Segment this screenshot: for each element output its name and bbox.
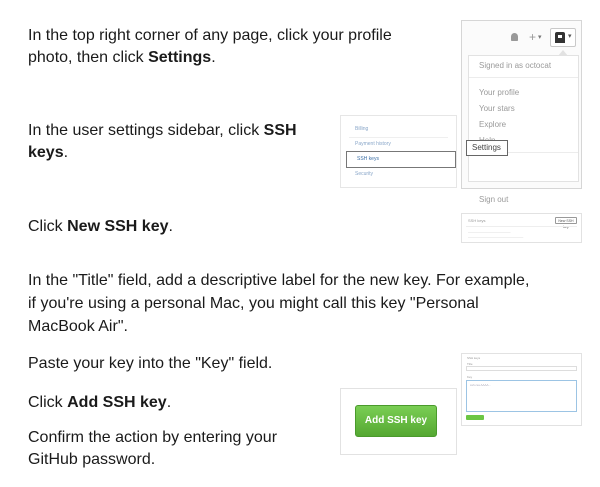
step-1-line-2: photo, then click	[28, 49, 149, 66]
step-3: Click New SSH key.	[28, 216, 173, 238]
step-2-bold-1: SSH	[263, 122, 297, 139]
step-2-bold-2: keys	[28, 144, 64, 161]
step-4-line-2: if you're using a personal Mac, you migh…	[28, 295, 479, 312]
sidebar-item-payment-history[interactable]: Payment history	[355, 141, 391, 148]
step-6-text: Click	[28, 394, 68, 411]
step-3-text: Click	[28, 218, 68, 235]
signed-in-label: Signed in as octocat	[479, 61, 552, 70]
divider	[349, 137, 448, 138]
sidebar-item-security[interactable]: Security	[355, 171, 373, 178]
new-ssh-key-button[interactable]: New SSH key	[555, 217, 577, 229]
menu-item-sign-out[interactable]: Sign out	[479, 195, 508, 205]
step-6-bold: Add SSH key	[67, 394, 167, 411]
avatar-button[interactable]: ▾	[550, 28, 576, 47]
new-ssh-key-screenshot: SSH keys New SSH key ───────────────────…	[461, 213, 582, 243]
step-4-line-3: MacBook Air".	[28, 318, 128, 335]
key-field[interactable]: ssh-rsa AAAA...	[466, 380, 577, 412]
menu-item-your-stars[interactable]: Your stars	[479, 104, 515, 114]
profile-menu-screenshot: + ▾ ▾ Signed in as octocat Your profile …	[461, 20, 582, 204]
step-3-period: .	[168, 218, 173, 235]
key-field-label: Key	[467, 375, 473, 379]
step-1-line-1: In the top right corner of any page, cli…	[28, 27, 392, 44]
step-5-text: Paste your key into the "Key" field.	[28, 355, 273, 372]
add-ssh-key-button-small[interactable]	[466, 415, 484, 420]
step-1: In the top right corner of any page, cli…	[28, 25, 392, 69]
chevron-down-icon: ▾	[538, 34, 542, 41]
step-7-line-2: GitHub password.	[28, 451, 156, 468]
step-7-line-1: Confirm the action by entering your	[28, 429, 278, 446]
plus-icon: +	[529, 30, 537, 44]
step-6-period: .	[166, 394, 172, 411]
step-3-bold: New SSH key	[67, 218, 169, 235]
bell-icon	[511, 33, 518, 41]
menu-item-settings[interactable]: Settings	[466, 140, 508, 156]
step-5: Paste your key into the "Key" field.	[28, 353, 272, 375]
menu-item-explore[interactable]: Explore	[479, 120, 506, 130]
placeholder-text-line: ────────────────────	[468, 230, 511, 234]
title-field[interactable]	[466, 366, 577, 371]
chevron-down-icon: ▾	[568, 33, 572, 40]
key-field-content: ssh-rsa AAAA...	[470, 383, 492, 387]
step-2-text: In the user settings sidebar, click	[28, 122, 264, 139]
step-4-line-1: In the "Title" field, add a descriptive …	[28, 272, 530, 289]
avatar	[555, 32, 565, 43]
add-key-form-screenshot: SSH keys Title Key ssh-rsa AAAA...	[461, 353, 582, 426]
add-ssh-key-button[interactable]: Add SSH key	[355, 405, 437, 437]
step-2: In the user settings sidebar, click SSH …	[28, 120, 297, 164]
step-7: Confirm the action by entering your GitH…	[28, 427, 277, 471]
step-1-period: .	[211, 49, 216, 66]
sidebar-item-ssh-keys[interactable]: SSH keys	[346, 151, 456, 168]
step-4: In the "Title" field, add a descriptive …	[28, 269, 529, 338]
settings-sidebar-screenshot: Billing Payment history SSH keys Securit…	[340, 115, 457, 188]
add-ssh-key-screenshot: Add SSH key	[340, 388, 457, 455]
placeholder-text-line: ──────────────────────────	[468, 235, 524, 239]
sidebar-item-billing[interactable]: Billing	[355, 126, 368, 133]
menu-item-your-profile[interactable]: Your profile	[479, 88, 519, 98]
step-2-period: .	[63, 144, 69, 161]
divider	[466, 226, 577, 227]
step-6: Click Add SSH key.	[28, 392, 171, 414]
section-title: SSH keys	[468, 218, 486, 223]
step-1-bold: Settings	[148, 49, 212, 66]
divider	[469, 77, 578, 78]
form-title: SSH keys	[467, 356, 481, 360]
profile-dropdown: Signed in as octocat Your profile Your s…	[468, 50, 579, 204]
